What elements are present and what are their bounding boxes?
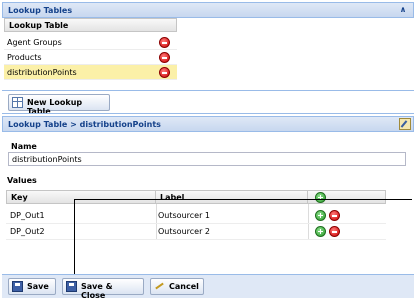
values-label: Values xyxy=(7,176,37,185)
disk-icon xyxy=(66,281,77,292)
delete-icon[interactable] xyxy=(329,226,340,237)
lookup-row-label: Products xyxy=(7,53,42,62)
cell-label[interactable]: Outsourcer 2 xyxy=(158,227,210,236)
lookup-row-distribution-points[interactable]: distributionPoints xyxy=(4,65,177,80)
panel-divider xyxy=(2,90,414,91)
save-label: Save xyxy=(27,282,49,291)
delete-icon[interactable] xyxy=(159,37,170,48)
add-icon[interactable] xyxy=(315,226,326,237)
editor-header: Lookup Table > distributionPoints xyxy=(2,116,414,132)
cursor-guide-horizontal xyxy=(74,199,412,200)
delete-icon[interactable] xyxy=(329,210,340,221)
save-button[interactable]: Save xyxy=(8,278,56,295)
add-row-icon[interactable] xyxy=(315,192,326,203)
double-chevron-up-icon[interactable]: ∧ xyxy=(398,5,408,15)
lookup-row-label: Agent Groups xyxy=(7,38,62,47)
lookup-row-label: distributionPoints xyxy=(7,68,77,77)
save-close-button[interactable]: Save & Close xyxy=(62,278,144,299)
name-input[interactable]: distributionPoints xyxy=(8,152,406,166)
lookup-tables-title: Lookup Tables xyxy=(8,6,73,15)
new-lookup-table-button[interactable]: New Lookup Table xyxy=(8,94,110,116)
cell-key[interactable]: DP_Out1 xyxy=(10,211,45,220)
name-field-label: Name xyxy=(11,142,37,151)
edit-icon[interactable] xyxy=(399,118,411,130)
delete-icon[interactable] xyxy=(159,52,170,63)
value-row-1[interactable]: DP_Out1 Outsourcer 1 xyxy=(6,208,386,224)
splitter-bar[interactable] xyxy=(2,113,414,114)
lookup-tables-header: Lookup Tables ∧ xyxy=(2,2,414,18)
table-icon xyxy=(12,97,23,108)
column-label-header[interactable]: Label xyxy=(160,193,184,202)
cell-key[interactable]: DP_Out2 xyxy=(10,227,45,236)
column-separator[interactable] xyxy=(155,191,156,203)
add-icon[interactable] xyxy=(315,210,326,221)
name-input-value: distributionPoints xyxy=(12,155,82,164)
values-grid-header: Key Label xyxy=(6,190,386,204)
cell-label[interactable]: Outsourcer 1 xyxy=(158,211,210,220)
column-header-label: Lookup Table xyxy=(9,21,69,30)
column-key-header[interactable]: Key xyxy=(11,193,28,202)
value-row-2[interactable]: DP_Out2 Outsourcer 2 xyxy=(6,224,386,240)
cancel-icon xyxy=(154,281,165,292)
delete-icon[interactable] xyxy=(159,67,170,78)
disk-icon xyxy=(12,281,23,292)
cancel-button[interactable]: Cancel xyxy=(150,278,204,295)
lookup-table-column-header[interactable]: Lookup Table xyxy=(4,18,177,32)
column-separator[interactable] xyxy=(307,191,308,203)
lookup-row-products[interactable]: Products xyxy=(4,50,177,65)
breadcrumb: Lookup Table > distributionPoints xyxy=(8,120,161,129)
lookup-row-agent-groups[interactable]: Agent Groups xyxy=(4,35,177,50)
cancel-label: Cancel xyxy=(169,282,199,291)
